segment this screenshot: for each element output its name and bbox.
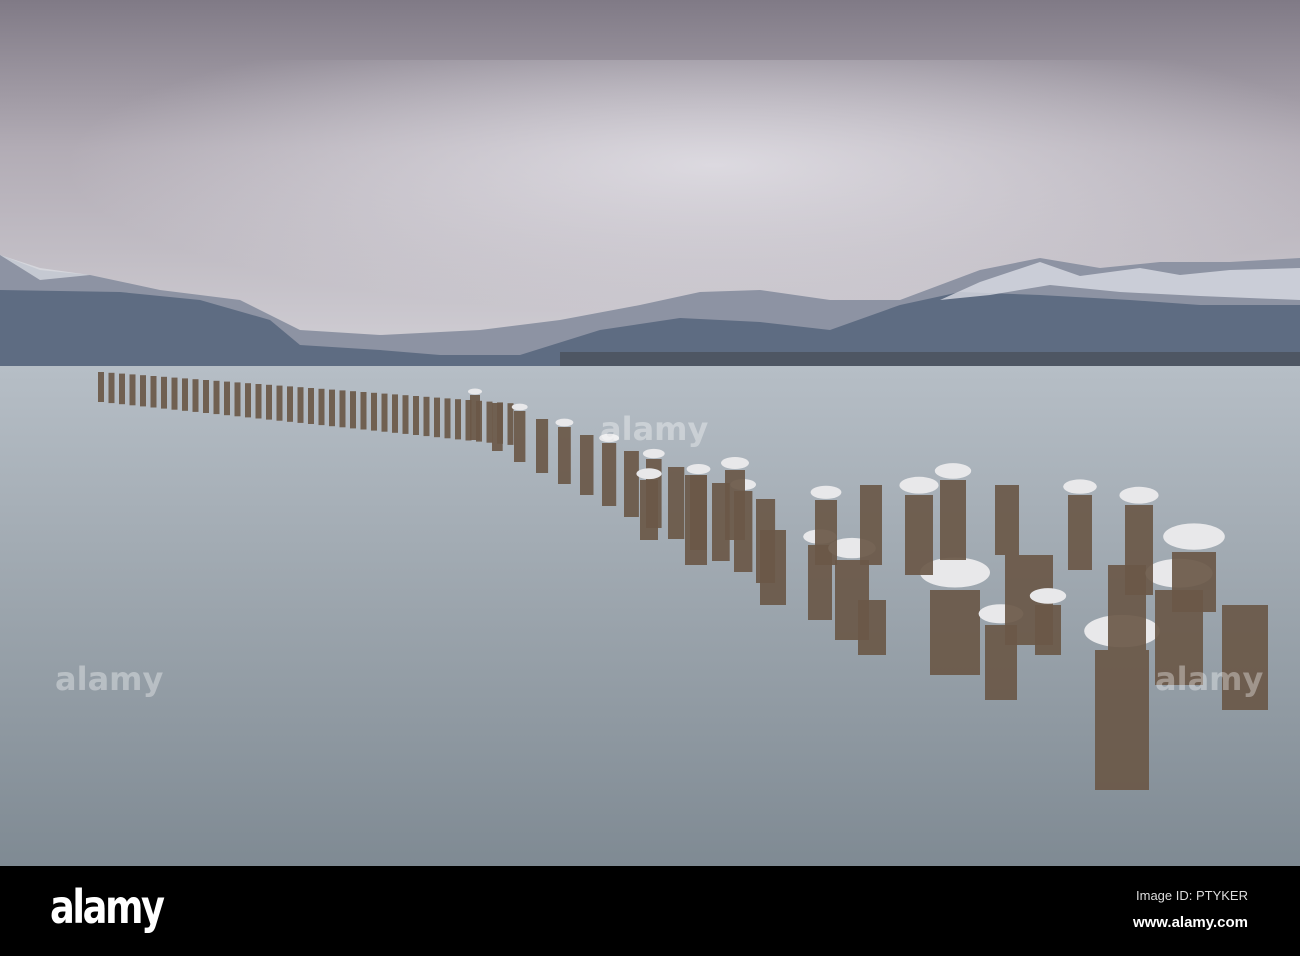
photo: alamy alamy alamy (0, 0, 1300, 866)
site-url[interactable]: www.alamy.com (1133, 914, 1248, 931)
seagull (934, 463, 972, 479)
pier-post (350, 391, 356, 429)
pier-post (668, 467, 685, 539)
pier-post (514, 411, 526, 462)
pier-post (507, 403, 514, 445)
pier-post (858, 600, 886, 655)
alamy-logo: alamy (50, 880, 165, 934)
pier-post (297, 387, 304, 423)
pier-post (255, 384, 262, 419)
pier-post (492, 403, 503, 451)
pier-post (423, 396, 430, 437)
seagull (899, 476, 939, 494)
pier-post (905, 495, 933, 575)
watermark: alamy (55, 660, 164, 698)
pier-post (580, 435, 594, 495)
pier-post (276, 385, 283, 421)
shoreline (560, 352, 1300, 366)
pier-post (455, 399, 461, 440)
pier-post (224, 381, 230, 416)
pier-post (192, 379, 199, 412)
pier-post (392, 394, 398, 433)
pier-post (182, 378, 188, 411)
pier-post (329, 389, 335, 427)
seagull (721, 457, 749, 469)
seagull (686, 463, 711, 475)
watermark: alamy (600, 410, 709, 448)
pier-post (381, 393, 388, 432)
pier-post (339, 390, 346, 428)
pier-post (308, 388, 314, 424)
pier-post (470, 395, 480, 440)
pier-post (266, 384, 272, 420)
pier-post (140, 375, 146, 407)
pier-post (119, 373, 125, 405)
pier-post (1172, 552, 1216, 612)
pier-post (360, 392, 367, 430)
pier-post (725, 470, 745, 540)
pier-post (995, 485, 1019, 555)
seagull (511, 403, 528, 411)
pier-post (98, 372, 104, 402)
pier-post (161, 376, 167, 409)
pier-post (287, 386, 293, 422)
pier-post (1125, 505, 1153, 595)
seagull (810, 485, 842, 499)
seagull (1163, 523, 1225, 550)
pier-post (402, 395, 409, 434)
pier-post (171, 377, 178, 410)
seagull (636, 468, 662, 480)
pier-post (108, 372, 115, 404)
pier-post (1095, 650, 1149, 790)
pier-post (1068, 495, 1092, 570)
pier-post (930, 590, 980, 675)
pier-post (486, 401, 493, 443)
pier-post (413, 396, 419, 435)
pier-post (318, 388, 325, 426)
seagull (1029, 588, 1067, 604)
pier-post (685, 475, 707, 565)
watermark: alamy (1155, 660, 1264, 698)
seagull (555, 418, 574, 427)
pier-post (129, 374, 136, 406)
seagull (1063, 479, 1097, 494)
seagull (1119, 486, 1159, 504)
pier-post (536, 419, 549, 473)
pier-post (213, 380, 220, 415)
pier-post (602, 443, 617, 506)
pier-post (624, 451, 639, 517)
pier-post (760, 530, 786, 605)
pier-post (640, 480, 658, 540)
pier-post (234, 382, 241, 417)
pier-post (434, 397, 440, 438)
pier-post (245, 383, 251, 418)
pier-post (444, 398, 451, 439)
pier-post (203, 380, 209, 413)
pier-post (558, 427, 571, 484)
pier-post (150, 376, 157, 408)
pier-post (940, 480, 966, 560)
pier-post (815, 500, 837, 565)
seagull (642, 448, 665, 459)
pier-post (371, 392, 377, 431)
seagull (468, 388, 482, 395)
pier-post (860, 485, 882, 565)
image-id: Image ID: PTYKER (1136, 888, 1248, 903)
pier-post (1035, 605, 1061, 655)
footer-bar: alamy Image ID: PTYKER www.alamy.com (0, 866, 1300, 956)
